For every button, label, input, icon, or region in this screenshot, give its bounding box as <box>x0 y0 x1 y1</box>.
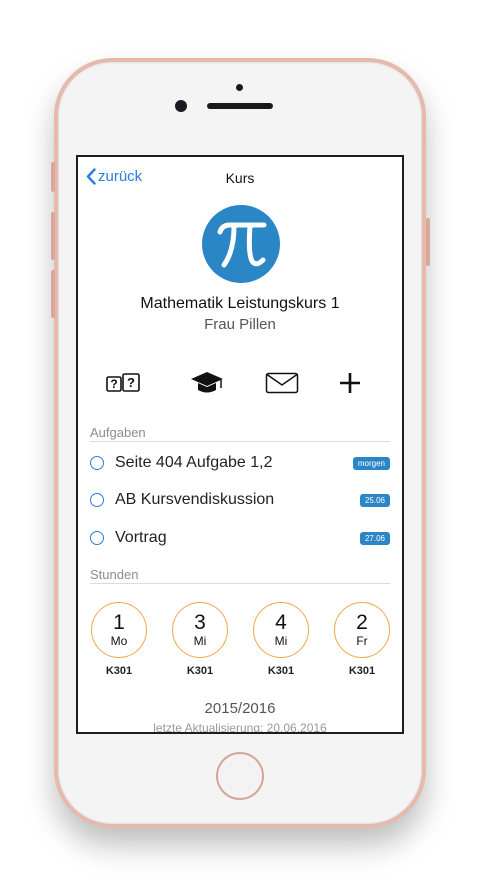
lesson-item[interactable]: 1 Mo K301 <box>90 602 148 677</box>
lesson-room: K301 <box>267 665 295 677</box>
mail-icon <box>265 372 299 394</box>
page-title: Kurs <box>225 170 255 186</box>
action-bar: ? ? <box>78 365 402 401</box>
lesson-period: 3 <box>194 611 206 634</box>
lesson-room: K301 <box>186 665 214 677</box>
lesson-period: 1 <box>113 611 125 634</box>
task-checkbox[interactable] <box>90 456 104 470</box>
front-camera <box>175 100 187 112</box>
lesson-circle: 3 Mi <box>172 602 228 658</box>
lessons-section-label: Stunden <box>90 567 139 582</box>
task-checkbox[interactable] <box>90 531 104 545</box>
volume-down-button <box>51 270 55 318</box>
power-button <box>426 218 430 266</box>
graduation-button[interactable] <box>187 365 227 401</box>
volume-up-button <box>51 212 55 260</box>
lesson-room: K301 <box>348 665 376 677</box>
navigation-bar: zurück Kurs <box>78 157 402 201</box>
earpiece-speaker <box>207 103 273 109</box>
task-checkbox[interactable] <box>90 493 104 507</box>
lesson-item[interactable]: 4 Mi K301 <box>252 602 310 677</box>
lesson-item[interactable]: 3 Mi K301 <box>171 602 229 677</box>
graduation-cap-icon <box>191 372 223 393</box>
school-year: 2015/2016 <box>204 700 276 717</box>
lesson-circle: 4 Mi <box>253 602 309 658</box>
home-button[interactable] <box>216 752 264 800</box>
lesson-room: K301 <box>105 665 133 677</box>
lesson-circle: 1 Mo <box>91 602 147 658</box>
flashcards-icon: ? ? <box>106 373 140 392</box>
last-update: letzte Aktualisierung: 20.06.2016 <box>153 721 327 734</box>
task-title: Seite 404 Aufgabe 1,2 <box>115 454 273 471</box>
lesson-day: Mo <box>110 634 128 648</box>
lesson-day: Mi <box>274 634 288 648</box>
svg-text:?: ? <box>110 377 117 391</box>
front-sensor <box>236 84 243 91</box>
pi-icon <box>202 205 280 283</box>
task-title: Vortrag <box>115 529 167 546</box>
task-item[interactable]: Vortrag 27.06 <box>90 526 390 550</box>
task-item[interactable]: Seite 404 Aufgabe 1,2 morgen <box>90 451 390 475</box>
lesson-circle: 2 Fr <box>334 602 390 658</box>
lesson-period: 2 <box>356 611 368 634</box>
lesson-period: 4 <box>275 611 287 634</box>
lesson-day: Fr <box>356 634 368 648</box>
svg-text:?: ? <box>127 375 135 390</box>
course-title: Mathematik Leistungskurs 1 <box>140 295 340 312</box>
lessons-divider <box>90 583 390 584</box>
plus-icon <box>340 373 360 393</box>
lesson-day: Mi <box>193 634 207 648</box>
app-screen: zurück Kurs Mathematik Leistungskurs 1 F… <box>76 155 404 734</box>
add-button[interactable] <box>330 365 370 401</box>
course-teacher: Frau Pillen <box>204 316 276 333</box>
tasks-section-label: Aufgaben <box>90 425 146 440</box>
due-badge: 25.06 <box>359 493 390 507</box>
mute-switch <box>51 162 55 192</box>
flashcards-button[interactable]: ? ? <box>104 365 144 401</box>
due-badge: morgen <box>352 456 390 470</box>
task-item[interactable]: AB Kursvendiskussion 25.06 <box>90 488 390 512</box>
lesson-item[interactable]: 2 Fr K301 <box>333 602 391 677</box>
due-badge: 27.06 <box>359 531 390 545</box>
tasks-divider <box>90 441 390 442</box>
mail-button[interactable] <box>262 365 302 401</box>
task-title: AB Kursvendiskussion <box>115 491 275 508</box>
